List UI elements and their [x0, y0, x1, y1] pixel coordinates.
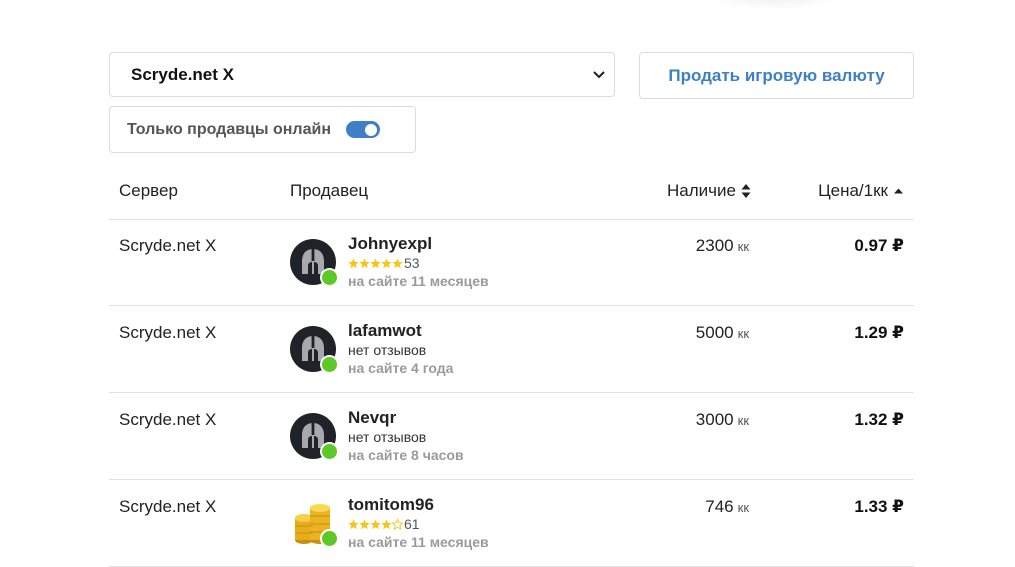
sort-both-icon [741, 184, 751, 198]
row-server: Scryde.net X [119, 236, 217, 255]
rating-stars [348, 518, 403, 530]
seller-info: Nevqr нет отзывов на сайте 8 часов [348, 408, 464, 464]
online-status-dot [320, 529, 339, 548]
row-stock: 746 кк [705, 497, 749, 517]
member-since: на сайте 11 месяцев [348, 273, 489, 289]
seller-rating: 61 [348, 515, 489, 533]
header-price-sort[interactable]: Цена/1кк [818, 181, 904, 201]
online-only-filter: Только продавцы онлайн [109, 106, 416, 153]
stock-amount: 5000 [695, 323, 734, 342]
row-stock: 3000 кк [696, 410, 749, 430]
online-status-dot [320, 442, 339, 461]
stock-unit: кк [737, 326, 749, 341]
row-server: Scryde.net X [119, 497, 217, 516]
online-only-toggle[interactable] [346, 121, 380, 138]
seller-info: Johnyexpl 53 на сайте 11 месяцев [348, 234, 489, 290]
no-reviews-text: нет отзывов [348, 429, 427, 445]
member-since: на сайте 11 месяцев [348, 534, 489, 550]
star-filled-icon [370, 257, 381, 268]
review-count[interactable]: 61 [404, 515, 420, 533]
review-count[interactable]: 53 [404, 254, 420, 272]
online-status-dot [320, 355, 339, 374]
row-price: 1.29 ₽ [854, 323, 904, 342]
star-filled-icon [359, 257, 370, 268]
rating-stars [348, 257, 403, 269]
seller-name[interactable]: Johnyexpl [348, 234, 489, 254]
seller-avatar[interactable] [290, 413, 339, 461]
table-header: Сервер Продавец Наличие Цена/1кк [109, 166, 914, 220]
online-status-dot [320, 268, 339, 287]
row-stock: 5000 кк [696, 323, 749, 343]
online-only-label: Только продавцы онлайн [127, 120, 331, 138]
table-row[interactable]: Scryde.net X Nevqr нет отзывов на сайте … [109, 393, 914, 480]
star-filled-icon [359, 518, 370, 529]
server-select-value: Scryde.net X [131, 64, 234, 84]
star-filled-icon [370, 518, 381, 529]
row-server: Scryde.net X [119, 323, 217, 342]
stock-unit: кк [737, 239, 749, 254]
header-price-label: Цена/1кк [818, 181, 888, 200]
stock-unit: кк [737, 500, 749, 515]
seller-name[interactable]: lafamwot [348, 321, 453, 341]
row-server: Scryde.net X [119, 410, 217, 429]
toggle-knob [365, 123, 377, 136]
table-row[interactable]: Scryde.net X Johnyexpl 53 на сайте 11 ме… [109, 219, 914, 306]
star-filled-icon [381, 518, 392, 529]
sell-currency-button[interactable]: Продать игровую валюту [639, 52, 914, 99]
member-since: на сайте 8 часов [348, 447, 464, 463]
seller-info: lafamwot нет отзывов на сайте 4 года [348, 321, 453, 377]
chevron-down-icon [592, 68, 606, 82]
stock-amount: 2300 [695, 236, 734, 255]
seller-rating: 53 [348, 254, 489, 272]
seller-info: tomitom96 61 на сайте 11 месяцев [348, 495, 489, 551]
row-stock: 2300 кк [696, 236, 749, 256]
no-reviews-text: нет отзывов [348, 342, 427, 358]
star-empty-icon [392, 518, 403, 530]
seller-avatar[interactable] [290, 239, 339, 287]
row-price: 1.32 ₽ [854, 410, 904, 429]
table-row[interactable]: Scryde.net X lafamwot нет отзывов на сай… [109, 306, 914, 393]
seller-avatar[interactable] [290, 500, 339, 548]
stock-unit: кк [737, 413, 749, 428]
row-price: 0.97 ₽ [854, 236, 904, 255]
seller-name[interactable]: tomitom96 [348, 495, 489, 515]
seller-avatar[interactable] [290, 326, 339, 374]
row-price: 1.33 ₽ [854, 497, 904, 516]
member-since: на сайте 4 года [348, 360, 454, 376]
star-filled-icon [348, 518, 359, 529]
seller-name[interactable]: Nevqr [348, 408, 464, 428]
header-seller: Продавец [290, 181, 369, 200]
star-filled-icon [392, 257, 403, 268]
server-select[interactable]: Scryde.net X [109, 52, 615, 97]
stock-amount: 3000 [695, 410, 734, 429]
header-stock-label: Наличие [667, 181, 736, 200]
star-filled-icon [381, 257, 392, 268]
star-filled-icon [348, 257, 359, 268]
stock-amount: 746 [705, 497, 734, 516]
header-stock-sort[interactable]: Наличие [667, 181, 751, 201]
table-row[interactable]: Scryde.net X tomitom96 61 на сайте 11 ме… [109, 480, 914, 567]
header-server: Сервер [119, 181, 178, 200]
sort-ascending-icon [894, 188, 903, 194]
offers-list: Scryde.net X Johnyexpl 53 на сайте 11 ме… [109, 219, 914, 567]
